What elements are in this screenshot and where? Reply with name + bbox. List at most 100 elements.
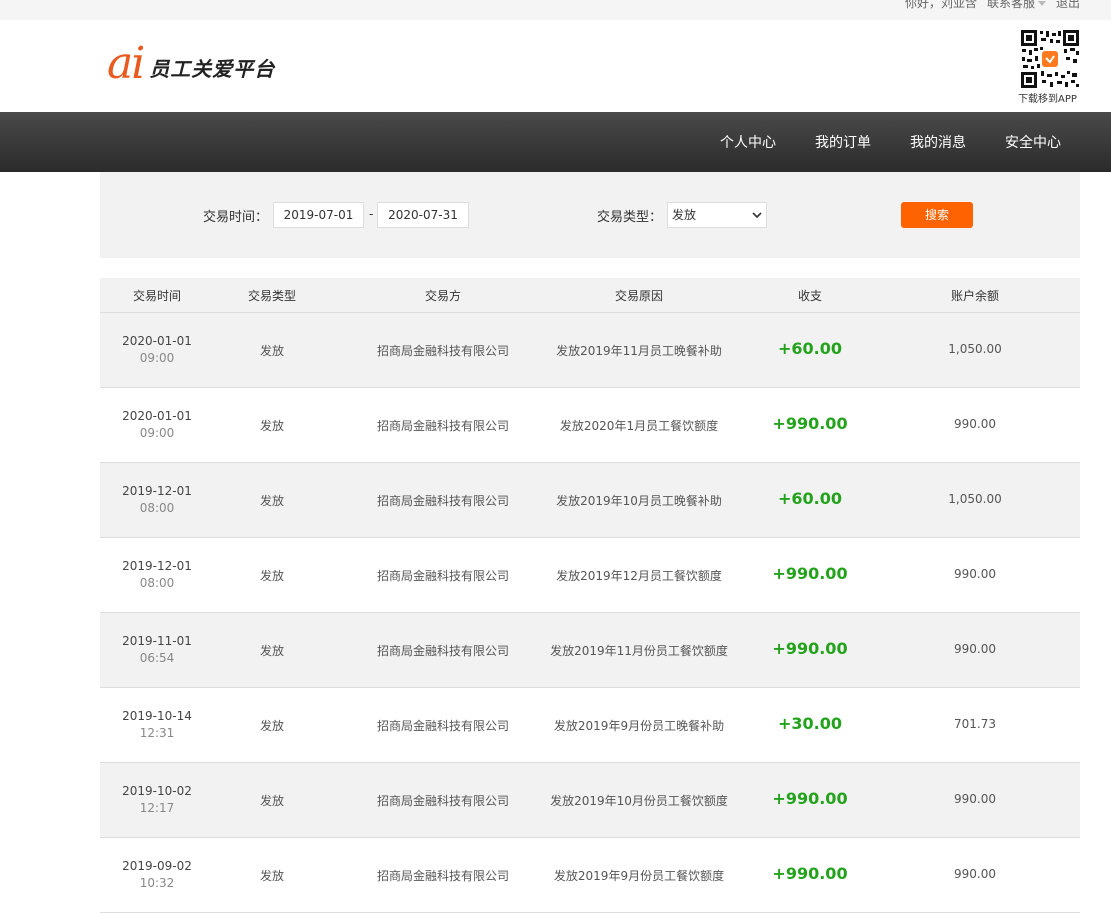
start-date-input[interactable]: 2019-07-01 <box>273 202 364 228</box>
transaction-party: 招商局金融科技有限公司 <box>376 569 510 583</box>
column-header-party: 交易方 <box>424 289 462 303</box>
qr-caption: 下载移到APP <box>1018 94 1077 105</box>
transaction-amount: +990.00 <box>772 414 848 433</box>
column-header-reason: 交易原因 <box>614 289 664 303</box>
transaction-clock: 09:00 <box>139 351 175 365</box>
transaction-amount: +990.00 <box>772 639 848 658</box>
transaction-party: 招商局金融科技有限公司 <box>376 644 510 658</box>
transaction-amount: +990.00 <box>772 864 848 883</box>
transaction-type: 发放 <box>259 794 285 808</box>
nav-item-personal-center[interactable]: 个人中心 <box>720 132 776 152</box>
transaction-type: 发放 <box>259 569 285 583</box>
transaction-date: 2019-12-01 <box>122 484 192 498</box>
transaction-reason: 发放2019年11月份员工餐饮额度 <box>550 644 728 658</box>
transaction-datetime: 2020-01-01 09:00 <box>122 408 192 442</box>
transaction-type: 发放 <box>259 344 285 358</box>
search-button[interactable]: 搜索 <box>901 202 973 228</box>
nav-item-security-center[interactable]: 安全中心 <box>1005 132 1061 152</box>
transaction-amount: +30.00 <box>777 714 843 733</box>
transaction-date: 2019-09-02 <box>122 859 192 873</box>
column-header-time: 交易时间 <box>132 289 182 303</box>
table-header: 交易时间 交易类型 交易方 交易原因 收支 账户余额 <box>100 278 1080 313</box>
table-row: 2020-01-01 09:00 发放 招商局金融科技有限公司 发放2020年1… <box>100 388 1080 463</box>
transaction-datetime: 2019-10-02 12:17 <box>122 783 192 817</box>
account-balance: 990.00 <box>954 417 996 431</box>
transaction-party: 招商局金融科技有限公司 <box>376 719 510 733</box>
account-balance: 1,050.00 <box>948 342 1002 356</box>
transaction-amount: +990.00 <box>772 789 848 808</box>
table-row: 2020-01-01 09:00 发放 招商局金融科技有限公司 发放2019年1… <box>100 313 1080 388</box>
transaction-party: 招商局金融科技有限公司 <box>376 794 510 808</box>
transaction-type: 发放 <box>259 419 285 433</box>
logo-text: 员工关爱平台 <box>149 57 276 81</box>
transaction-clock: 08:00 <box>139 576 175 590</box>
nav-item-my-orders[interactable]: 我的订单 <box>815 132 871 152</box>
top-bar: 你好，刘亚含 联系客服 退出 <box>0 0 1111 20</box>
end-date-input[interactable]: 2020-07-31 <box>377 202 469 228</box>
logout-link[interactable]: 退出 <box>1056 0 1080 10</box>
account-balance: 990.00 <box>954 867 996 881</box>
transaction-type: 发放 <box>259 719 285 733</box>
transaction-reason: 发放2019年9月份员工餐饮额度 <box>553 869 725 883</box>
transaction-clock: 06:54 <box>139 651 175 665</box>
transaction-type: 发放 <box>259 869 285 883</box>
caret-down-icon <box>1037 1 1046 6</box>
transaction-reason: 发放2019年11月员工晚餐补助 <box>556 344 722 358</box>
logo[interactable]: ai 员工关爱平台 <box>107 42 275 86</box>
transaction-clock: 08:00 <box>139 501 175 515</box>
account-balance: 701.73 <box>954 717 996 731</box>
table-row: 2019-12-01 08:00 发放 招商局金融科技有限公司 发放2019年1… <box>100 538 1080 613</box>
transaction-clock: 12:31 <box>139 726 175 740</box>
user-greeting: 你好，刘亚含 <box>904 0 977 10</box>
transaction-amount: +990.00 <box>772 564 848 583</box>
transaction-datetime: 2019-12-01 08:00 <box>122 483 192 517</box>
transaction-clock: 10:32 <box>139 876 175 890</box>
transaction-datetime: 2019-11-01 06:54 <box>122 633 192 667</box>
transaction-datetime: 2019-10-14 12:31 <box>122 708 192 742</box>
transaction-date: 2019-12-01 <box>122 559 192 573</box>
transaction-date: 2020-01-01 <box>122 334 192 348</box>
transaction-datetime: 2019-09-02 10:32 <box>122 858 192 892</box>
account-balance: 1,050.00 <box>948 492 1002 506</box>
transaction-type-select[interactable]: 发放 <box>667 202 767 228</box>
table-row: 2019-11-01 06:54 发放 招商局金融科技有限公司 发放2019年1… <box>100 613 1080 688</box>
column-header-type: 交易类型 <box>247 289 297 303</box>
top-links: 你好，刘亚含 联系客服 退出 <box>905 0 1080 10</box>
logo-mark: ai <box>107 38 145 89</box>
transaction-clock: 09:00 <box>139 426 175 440</box>
customer-service-label: 联系客服 <box>986 0 1035 10</box>
account-balance: 990.00 <box>954 567 996 581</box>
table-row: 2019-12-01 08:00 发放 招商局金融科技有限公司 发放2019年1… <box>100 463 1080 538</box>
customer-service-link[interactable]: 联系客服 <box>987 0 1046 10</box>
column-header-balance: 账户余额 <box>950 289 1000 303</box>
transaction-table: 交易时间 交易类型 交易方 交易原因 收支 账户余额 2020-01-01 09… <box>100 278 1080 913</box>
transaction-date: 2019-10-02 <box>122 784 192 798</box>
column-header-amount: 收支 <box>797 289 823 303</box>
transaction-reason: 发放2019年10月员工晚餐补助 <box>556 494 722 508</box>
transaction-type: 发放 <box>259 644 285 658</box>
nav-item-my-messages[interactable]: 我的消息 <box>910 132 966 152</box>
transaction-time-label: 交易时间： <box>203 210 269 225</box>
transaction-type-value: 发放 <box>672 208 697 222</box>
table-row: 2019-10-14 12:31 发放 招商局金融科技有限公司 发放2019年9… <box>100 688 1080 763</box>
table-row: 2019-10-02 12:17 发放 招商局金融科技有限公司 发放2019年1… <box>100 763 1080 838</box>
transaction-reason: 发放2020年1月员工餐饮额度 <box>559 419 719 433</box>
transaction-amount: +60.00 <box>777 339 843 358</box>
transaction-party: 招商局金融科技有限公司 <box>376 419 510 433</box>
header: ai 员工关爱平台 下载移到APP <box>0 20 1111 112</box>
main-nav: 个人中心 我的订单 我的消息 安全中心 <box>0 112 1111 172</box>
transaction-type-label: 交易类型： <box>597 210 663 225</box>
transaction-party: 招商局金融科技有限公司 <box>376 869 510 883</box>
filter-panel: 交易时间： 2019-07-01 - 2020-07-31 交易类型： 发放 搜… <box>100 172 1080 258</box>
transaction-type: 发放 <box>259 494 285 508</box>
date-separator: - <box>369 207 374 221</box>
account-balance: 990.00 <box>954 792 996 806</box>
account-balance: 990.00 <box>954 642 996 656</box>
transaction-date: 2019-10-14 <box>122 709 192 723</box>
transaction-date: 2020-01-01 <box>122 409 192 423</box>
transaction-reason: 发放2019年9月份员工晚餐补助 <box>553 719 725 733</box>
transaction-party: 招商局金融科技有限公司 <box>376 344 510 358</box>
chevron-down-icon <box>752 212 762 219</box>
transaction-clock: 12:17 <box>139 801 175 815</box>
transaction-reason: 发放2019年12月员工餐饮额度 <box>556 569 722 583</box>
